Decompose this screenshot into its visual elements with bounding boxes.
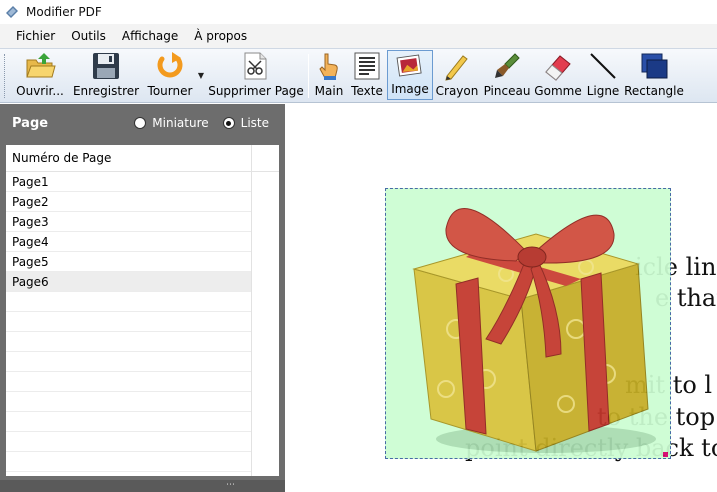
line-button[interactable]: Ligne: [583, 49, 623, 101]
eraser-button[interactable]: Gomme: [533, 49, 583, 101]
delete-page-label: Supprimer Page: [208, 84, 304, 98]
page-list-item: Page1: [12, 174, 49, 189]
toolbar-separator: [308, 54, 309, 98]
rotate-icon: [157, 52, 183, 78]
open-folder-icon: [26, 53, 56, 78]
page-panel: Page Miniature Liste Numéro de Page Page…: [0, 104, 285, 492]
empty-row: [6, 452, 251, 472]
line-icon: [590, 53, 616, 79]
page-list: Numéro de Page Page1 Page2 Page3 Page4 P…: [6, 145, 279, 476]
rectangle-button[interactable]: Rectangle: [623, 49, 685, 101]
toolbar-grip[interactable]: [4, 54, 7, 98]
rectangle-icon: [641, 53, 668, 79]
line-label: Ligne: [586, 84, 620, 98]
app-logo-icon: [6, 6, 18, 18]
gift-box-image: [412, 208, 656, 453]
page-list-row-page1[interactable]: Page1: [6, 172, 251, 192]
image-button[interactable]: Image: [387, 50, 433, 100]
modifier-pdf-window: Modifier PDF Fichier Outils Affichage À …: [0, 0, 717, 492]
save-label: Enregistrer: [72, 84, 140, 98]
page-list-row-page2[interactable]: Page2: [6, 192, 251, 212]
panel-bottom-bar: ⋯: [0, 480, 285, 492]
document-canvas[interactable]: icle link e that y mit to l to the top p…: [285, 104, 717, 492]
liste-radio[interactable]: Liste: [222, 116, 269, 130]
eraser-label: Gomme: [534, 84, 582, 98]
toolbar: Ouvrir... Enregistrer Tourner ▼ Supprime…: [0, 48, 717, 103]
menu-fichier[interactable]: Fichier: [8, 29, 63, 43]
page-number-column-header: Numéro de Page: [12, 151, 112, 165]
pencil-button[interactable]: Crayon: [433, 49, 481, 101]
page-list-item: Page5: [12, 254, 49, 269]
open-button[interactable]: Ouvrir...: [10, 49, 70, 101]
brush-label: Pinceau: [483, 84, 531, 98]
liste-radio-dot[interactable]: [222, 117, 235, 129]
menu-outils[interactable]: Outils: [63, 29, 114, 43]
page-list-row-page6[interactable]: Page6: [6, 272, 251, 292]
column-divider: [251, 145, 252, 476]
hand-label: Main: [314, 84, 344, 98]
page-list-row-page3[interactable]: Page3: [6, 212, 251, 232]
empty-row: [6, 392, 251, 412]
miniature-radio-dot[interactable]: [134, 117, 147, 129]
hand-pointer-icon: [319, 53, 338, 80]
page-list-row-page4[interactable]: Page4: [6, 232, 251, 252]
splitter-grip-icon[interactable]: ⋯: [226, 480, 235, 490]
rotate-label: Tourner: [147, 84, 193, 98]
window-title: Modifier PDF: [26, 5, 102, 19]
empty-row: [6, 412, 251, 432]
rotate-dropdown-arrow-icon[interactable]: ▼: [198, 71, 204, 80]
page-list-item: Page3: [12, 214, 49, 229]
page-list-header[interactable]: Numéro de Page: [6, 145, 279, 172]
empty-row: [6, 292, 251, 312]
page-list-row-page5[interactable]: Page5: [6, 252, 251, 272]
empty-row: [6, 332, 251, 352]
view-mode-radio-group: Miniature Liste: [120, 116, 269, 130]
empty-row: [6, 372, 251, 392]
menu-bar: Fichier Outils Affichage À propos: [0, 24, 717, 48]
empty-row: [6, 312, 251, 332]
page-panel-title: Page: [12, 115, 49, 131]
page-panel-header: Page Miniature Liste: [0, 104, 285, 142]
selected-image-object[interactable]: [385, 188, 671, 459]
pencil-icon: [445, 55, 468, 81]
pencil-label: Crayon: [435, 84, 479, 98]
scissors-page-icon: [244, 52, 267, 80]
text-button[interactable]: Texte: [347, 49, 387, 101]
miniature-radio-label: Miniature: [152, 116, 209, 130]
title-bar: Modifier PDF: [0, 0, 717, 24]
open-label: Ouvrir...: [16, 84, 64, 98]
page-list-item: Page4: [12, 234, 49, 249]
empty-row: [6, 432, 251, 452]
text-label: Texte: [351, 84, 383, 98]
rectangle-label: Rectangle: [624, 84, 684, 98]
image-label: Image: [391, 82, 429, 96]
menu-a-propos[interactable]: À propos: [186, 29, 255, 43]
page-list-item: Page6: [12, 274, 49, 289]
brush-button[interactable]: Pinceau: [481, 49, 533, 101]
resize-handle[interactable]: [663, 452, 668, 457]
save-button[interactable]: Enregistrer: [70, 49, 142, 101]
text-document-icon: [354, 52, 380, 80]
paint-brush-icon: [495, 53, 520, 78]
page-list-item: Page2: [12, 194, 49, 209]
rotate-button[interactable]: Tourner ▼: [142, 49, 204, 101]
miniature-radio[interactable]: Miniature: [134, 116, 209, 130]
delete-page-button[interactable]: Supprimer Page: [206, 49, 306, 101]
menu-affichage[interactable]: Affichage: [114, 29, 186, 43]
hand-button[interactable]: Main: [311, 49, 347, 101]
floppy-disk-icon: [93, 53, 119, 79]
image-icon: [396, 54, 422, 77]
liste-radio-label: Liste: [240, 116, 269, 130]
empty-row: [6, 352, 251, 372]
eraser-icon: [545, 55, 571, 81]
